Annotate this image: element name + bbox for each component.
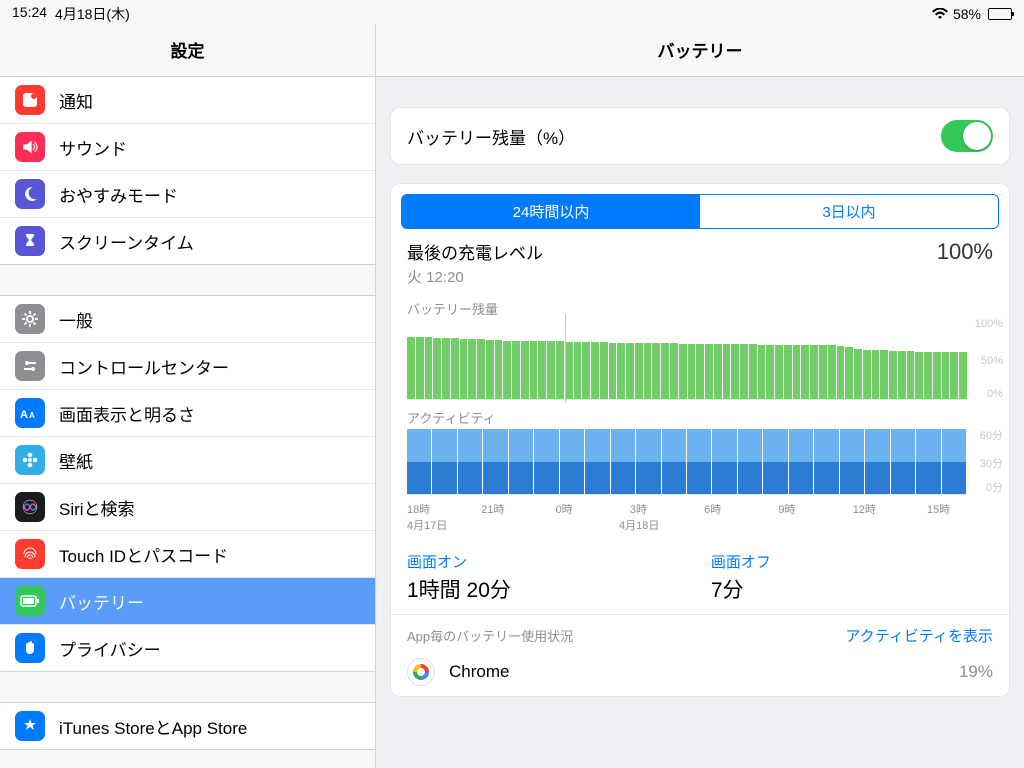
battery-percent-label: バッテリー残量（%） xyxy=(407,124,575,149)
y-label: 30分 xyxy=(980,455,1003,471)
sidebar-title: 設定 xyxy=(0,24,375,77)
battery-usage-card: 24時間以内 3日以内 最後の充電レベル 火 12:20 100% バッテリー残… xyxy=(390,183,1010,697)
sidebar-item-label: 壁紙 xyxy=(59,448,360,473)
y-label: 0% xyxy=(987,388,1003,400)
sidebar-item-itunes[interactable]: iTunes StoreとApp Store xyxy=(0,703,375,749)
battery-detail-pane: バッテリー バッテリー残量（%） 24時間以内 3日以内 最後の充電レベル 火 … xyxy=(376,24,1024,768)
sidebar-item-label: バッテリー xyxy=(59,589,360,614)
svg-text:A: A xyxy=(29,411,35,420)
status-bar: 15:24 4月18日(木) 58% xyxy=(0,0,1024,24)
app-pct: 19% xyxy=(959,662,993,682)
show-activity-button[interactable]: アクティビティを表示 xyxy=(846,625,993,646)
sidebar-item-general[interactable]: 一般 xyxy=(0,296,375,343)
siri-icon xyxy=(15,492,45,522)
activity-chart[interactable] xyxy=(407,429,967,495)
app-usage-row[interactable]: Chrome 19% xyxy=(391,652,1009,696)
notifications-icon xyxy=(15,85,45,115)
y-label: 0分 xyxy=(986,479,1003,495)
status-date: 4月18日(木) xyxy=(55,4,130,24)
sidebar-item-label: 一般 xyxy=(59,307,360,332)
sidebar-item-screentime[interactable]: スクリーンタイム xyxy=(0,218,375,264)
sidebar-item-label: サウンド xyxy=(59,135,360,160)
screen-on-label: 画面オン xyxy=(407,551,511,572)
text-size-icon: AA xyxy=(15,398,45,428)
sidebar-list[interactable]: 通知 サウンド おやすみモード xyxy=(0,77,375,768)
y-label: 60分 xyxy=(980,427,1003,443)
sound-icon xyxy=(15,132,45,162)
sidebar-item-label: プライバシー xyxy=(59,636,360,661)
battery-chart-caption: バッテリー残量 xyxy=(391,293,1009,320)
x-date: 4月18日 xyxy=(619,517,739,533)
chrome-icon xyxy=(407,658,435,686)
status-time: 15:24 xyxy=(12,4,47,24)
gear-icon xyxy=(15,304,45,334)
flower-icon xyxy=(15,445,45,475)
last-charge-label: 最後の充電レベル xyxy=(407,239,543,264)
battery-icon xyxy=(986,8,1012,20)
tab-3d[interactable]: 3日以内 xyxy=(700,195,998,228)
page-title: バッテリー xyxy=(376,24,1024,77)
battery-icon xyxy=(15,586,45,616)
x-axis-hours: 18時21時0時3時6時9時12時15時 xyxy=(391,497,1009,517)
fingerprint-icon xyxy=(15,539,45,569)
app-name: Chrome xyxy=(449,662,959,682)
screen-off-value: 7分 xyxy=(711,574,771,604)
svg-text:A: A xyxy=(20,409,28,420)
last-charge-time: 火 12:20 xyxy=(407,266,543,287)
sidebar-item-label: コントロールセンター xyxy=(59,354,360,379)
hourglass-icon xyxy=(15,226,45,256)
last-charge-value: 100% xyxy=(937,239,993,265)
usage-summary: 画面オン 1時間 20分 画面オフ 7分 xyxy=(391,541,1009,614)
y-label: 100% xyxy=(975,318,1003,330)
sidebar-item-notifications[interactable]: 通知 xyxy=(0,77,375,124)
sidebar-item-label: 画面表示と明るさ xyxy=(59,401,360,426)
tab-24h[interactable]: 24時間以内 xyxy=(402,195,700,228)
sidebar-item-touchid[interactable]: Touch IDとパスコード xyxy=(0,531,375,578)
activity-chart-caption: アクティビティ xyxy=(391,402,1009,429)
screen-on-value: 1時間 20分 xyxy=(407,574,511,604)
sidebar-item-siri[interactable]: Siriと検索 xyxy=(0,484,375,531)
screen-off-label: 画面オフ xyxy=(711,551,771,572)
battery-percent-card: バッテリー残量（%） xyxy=(390,107,1010,165)
sidebar-item-label: Siriと検索 xyxy=(59,495,360,520)
sidebar-item-wallpaper[interactable]: 壁紙 xyxy=(0,437,375,484)
battery-percent-toggle[interactable] xyxy=(941,120,993,152)
sidebar-item-label: Touch IDとパスコード xyxy=(59,542,360,567)
settings-sidebar: 設定 通知 サウンド xyxy=(0,24,376,768)
sidebar-item-control-center[interactable]: コントロールセンター xyxy=(0,343,375,390)
sidebar-item-sound[interactable]: サウンド xyxy=(0,124,375,171)
status-battery-pct: 58% xyxy=(953,6,981,22)
battery-level-chart[interactable] xyxy=(407,320,967,400)
wifi-icon xyxy=(932,8,948,20)
sidebar-item-dnd[interactable]: おやすみモード xyxy=(0,171,375,218)
sidebar-item-privacy[interactable]: プライバシー xyxy=(0,625,375,671)
sidebar-item-battery[interactable]: バッテリー xyxy=(0,578,375,625)
sidebar-item-label: 通知 xyxy=(59,88,360,113)
sidebar-item-label: おやすみモード xyxy=(59,182,360,207)
moon-icon xyxy=(15,179,45,209)
appstore-icon xyxy=(15,711,45,741)
per-app-header: App毎のバッテリー使用状況 xyxy=(407,626,573,645)
sidebar-item-label: iTunes StoreとApp Store xyxy=(59,714,360,739)
x-axis-dates: 4月17日 4月18日 xyxy=(391,517,1009,541)
sidebar-item-label: スクリーンタイム xyxy=(59,229,360,254)
time-range-segmented[interactable]: 24時間以内 3日以内 xyxy=(401,194,999,229)
hand-icon xyxy=(15,633,45,663)
y-label: 50% xyxy=(981,355,1003,367)
sidebar-item-display[interactable]: AA 画面表示と明るさ xyxy=(0,390,375,437)
sliders-icon xyxy=(15,351,45,381)
x-date: 4月17日 xyxy=(407,517,527,533)
